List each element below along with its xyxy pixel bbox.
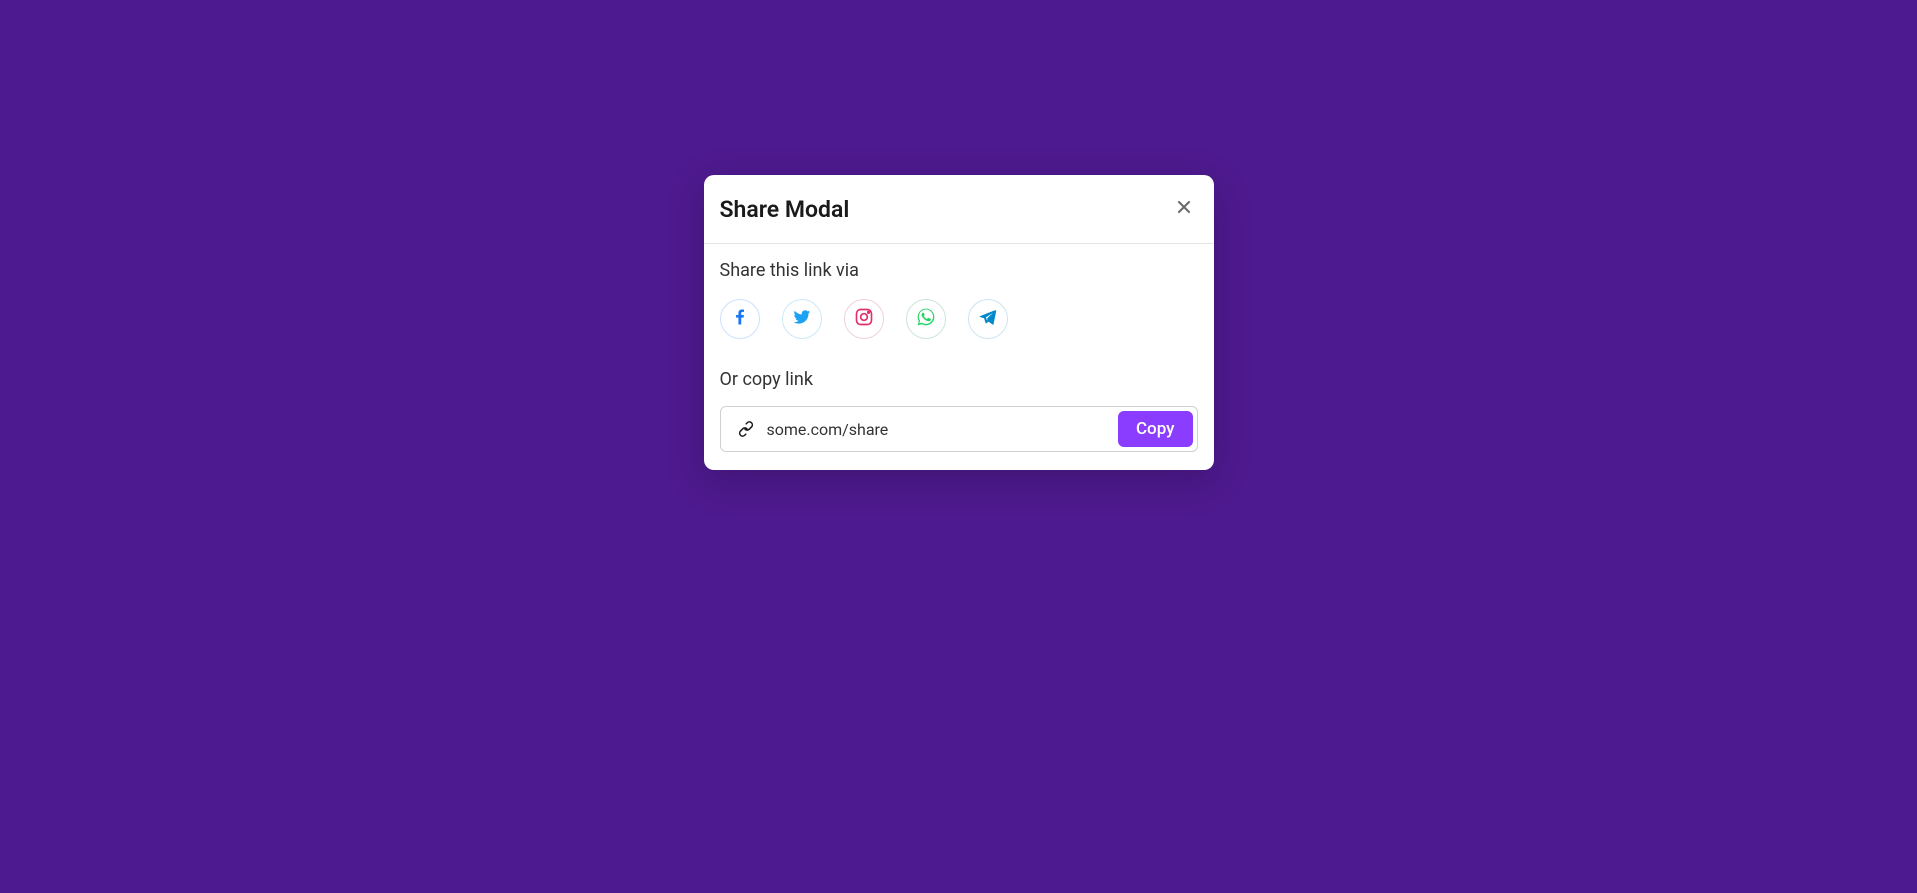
link-input-container: Copy [720,406,1198,452]
social-icons-row [720,299,1198,339]
whatsapp-share-button[interactable] [906,299,946,339]
twitter-share-button[interactable] [782,299,822,339]
telegram-share-button[interactable] [968,299,1008,339]
link-icon [737,420,755,438]
copy-link-label: Or copy link [720,369,1198,390]
share-modal: Share Modal Share this link via [704,175,1214,470]
modal-header: Share Modal [704,175,1214,244]
instagram-icon [854,307,874,331]
modal-body: Share this link via [704,244,1214,470]
share-link-input[interactable] [767,420,1106,439]
twitter-icon [792,307,812,331]
copy-button[interactable]: Copy [1118,411,1193,447]
modal-title: Share Modal [720,196,850,223]
share-via-label: Share this link via [720,260,1198,281]
instagram-share-button[interactable] [844,299,884,339]
whatsapp-icon [916,307,936,331]
telegram-icon [978,307,998,331]
close-button[interactable] [1170,193,1198,225]
facebook-share-button[interactable] [720,299,760,339]
close-icon [1174,197,1194,221]
facebook-icon [730,307,750,331]
